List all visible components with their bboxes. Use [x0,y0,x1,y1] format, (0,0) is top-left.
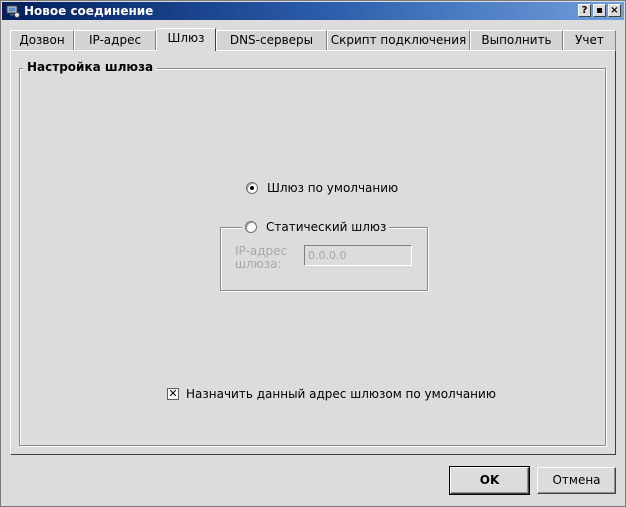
network-connection-icon [6,5,20,18]
window-title: Новое соединение [24,4,154,18]
default-gateway-radio[interactable] [246,182,258,194]
gateway-tab-panel: Настройка шлюза Шлюз по умолчанию IP-адр… [10,50,616,455]
tab-bar: Дозвон IP-адрес Шлюз DNS-серверы Скрипт … [10,28,616,51]
dialog-window: Новое соединение ? ▪ × Дозвон IP-адрес Ш… [0,0,626,507]
tab-accounting[interactable]: Учет [563,30,616,50]
ok-button[interactable]: OK [449,466,530,495]
tab-dns-servers[interactable]: DNS-серверы [216,30,327,50]
assign-default-option[interactable]: ✕ Назначить данный адрес шлюзом по умолч… [167,387,496,401]
maximize-button[interactable]: ▪ [593,4,606,17]
static-gateway-radio[interactable] [245,221,257,233]
help-button[interactable]: ? [578,4,591,17]
tab-execute[interactable]: Выполнить [470,30,563,50]
static-gateway-group: IP-адрес шлюза: [220,227,428,291]
static-gateway-option[interactable]: Статический шлюз [242,220,390,234]
group-title: Настройка шлюза [23,59,158,75]
gateway-ip-input[interactable] [304,245,412,266]
assign-default-checkbox[interactable]: ✕ [167,388,179,400]
assign-default-label: Назначить данный адрес шлюзом по умолчан… [186,387,496,401]
gateway-ip-label: IP-адрес шлюза: [235,244,288,271]
title-bar[interactable]: Новое соединение ? ▪ × [2,2,624,20]
static-gateway-label: Статический шлюз [266,220,387,234]
close-button[interactable]: × [608,4,621,17]
default-gateway-label: Шлюз по умолчанию [267,181,399,195]
tab-connection-script[interactable]: Скрипт подключения [327,30,470,50]
tab-dial[interactable]: Дозвон [10,30,74,50]
tab-gateway[interactable]: Шлюз [156,28,216,51]
tab-ip-address[interactable]: IP-адрес [74,30,156,50]
default-gateway-option[interactable]: Шлюз по умолчанию [246,181,398,195]
cancel-button[interactable]: Отмена [537,467,616,494]
